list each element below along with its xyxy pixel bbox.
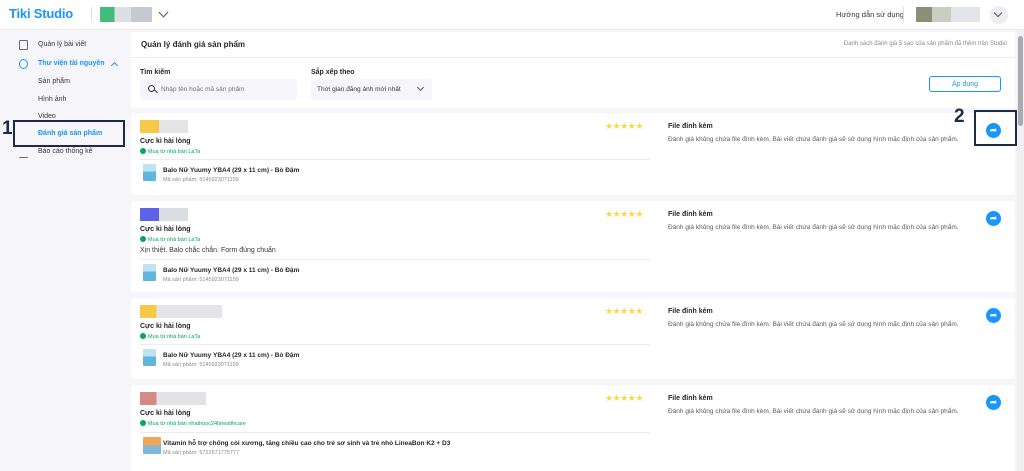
sort-selected-value: Thời gian đăng ảnh mới nhất [317,86,401,93]
divider [140,259,650,260]
review-rating-text: Cực kì hài lòng [140,226,191,233]
share-button[interactable]: ➦ [986,308,1001,323]
top-bar: Tiki Studio Hướng dẫn sử dụng [0,0,1024,30]
sort-select[interactable]: Thời gian đăng ảnh mới nhất [311,79,432,100]
verified-purchase: Mua từ nhà bán LaTa [140,236,200,243]
share-icon: ➦ [989,213,998,223]
product-sku: Mã sản phẩm: 5145923071159 [163,362,239,368]
attachment-title: File đính kèm [668,123,713,130]
search-label: Tìm kiếm [140,69,171,76]
product-name: Vitamin hỗ trợ chống còi xương, tăng chi… [163,440,451,447]
product-name: Balo Nữ Yuumy YBA4 (29 x 11 cm) - Bò Đậm [163,167,300,174]
apply-button[interactable]: Áp dụng [929,76,1001,92]
chevron-up-icon[interactable] [110,61,119,70]
check-circle-icon [140,333,146,339]
verified-purchase: Mua từ nhà bán LaTa [140,333,200,340]
sidebar: Quản lý bài viết Thư viện tài nguyên Sản… [0,30,125,471]
product-sku: Mã sản phẩm: 5145923071159 [163,277,239,283]
sidebar-item-posts[interactable]: Quản lý bài viết [38,41,86,48]
divider [140,432,650,433]
reviewer-avatar [140,120,188,133]
page-title: Quản lý đánh giá sản phẩm [141,40,246,49]
review-rating-text: Cực kì hài lòng [140,138,191,145]
divider [131,57,1015,58]
attachment-text: Đánh giá không chứa file đính kèm. Bài v… [668,408,959,415]
review-card: Cực kì hài lòng Mua từ nhà bán LaTa Xịn … [131,201,1015,292]
scrollbar-thumb[interactable] [1018,36,1023,126]
chevron-down-icon [416,83,425,92]
chevron-down-icon[interactable] [158,7,169,18]
sidebar-item-reports[interactable]: Báo cáo thống kê [38,148,93,155]
star-rating: ★★★★★ [605,306,643,316]
review-card: Cực kì hài lòng Mua từ nhà bán nhathuoc2… [131,385,1015,471]
review-comment: Xịn thiệt. Balo chắc chắn. Form đúng chu… [140,247,276,254]
product-thumbnail [143,437,161,454]
reviewer-avatar [140,208,188,221]
verified-purchase-text: Mua từ nhà bán LaTa [148,334,201,340]
chevron-down-icon [993,8,1003,18]
document-icon [19,40,28,50]
share-button[interactable]: ➦ [986,211,1001,226]
annotation-highlight-box [13,120,125,147]
divider [140,159,650,160]
check-circle-icon [140,148,146,154]
sidebar-item-video[interactable]: Video [38,113,56,120]
user-avatar[interactable] [916,7,980,22]
sort-label: Sắp xếp theo [311,69,355,76]
star-rating: ★★★★★ [605,393,643,403]
verified-purchase-text: Mua từ nhà bán nhathuoc24hhealthcare [148,421,246,427]
page-subtitle: Danh sách đánh giá 5 sao của sản phẩm đã… [843,41,1007,47]
divider [91,7,92,22]
sidebar-group-library[interactable]: Thư viện tài nguyên [38,60,105,67]
star-rating: ★★★★★ [605,121,643,131]
account-menu-button[interactable] [990,6,1008,24]
attachment-title: File đính kèm [668,308,713,315]
attachment-title: File đính kèm [668,395,713,402]
search-icon [148,85,155,92]
annotation-highlight-box [974,110,1017,146]
attachment-text: Đánh giá không chứa file đính kèm. Bài v… [668,136,959,143]
divider [903,7,904,22]
divider [140,344,650,345]
sidebar-item-images[interactable]: Hình ảnh [38,96,66,103]
search-field[interactable] [140,79,297,100]
review-rating-text: Cực kì hài lòng [140,323,191,330]
share-button[interactable]: ➦ [986,395,1001,410]
sidebar-item-products[interactable]: Sản phẩm [38,78,70,85]
review-rating-text: Cực kì hài lòng [140,410,191,417]
app-logo[interactable]: Tiki Studio [9,6,73,21]
chart-icon [19,148,28,158]
share-icon: ➦ [989,397,998,407]
main-content: Quản lý đánh giá sản phẩm Danh sách đánh… [131,30,1017,471]
star-rating: ★★★★★ [605,209,643,219]
filter-card: Quản lý đánh giá sản phẩm Danh sách đánh… [131,32,1015,108]
product-sku: Mã sản phẩm: 5722671775777 [163,450,240,456]
annotation-step-number: 2 [954,106,965,127]
shop-avatar[interactable] [100,7,152,22]
attachment-text: Đánh giá không chứa file đính kèm. Bài v… [668,321,959,328]
product-name: Balo Nữ Yuumy YBA4 (29 x 11 cm) - Bò Đậm [163,352,300,359]
verified-purchase-text: Mua từ nhà bán LaTa [148,237,201,243]
check-circle-icon [140,236,146,242]
reviewer-avatar [140,305,222,318]
product-thumbnail [143,349,156,366]
review-card: Cực kì hài lòng Mua từ nhà bán LaTa Balo… [131,298,1015,379]
review-card: Cực kì hài lòng Mua từ nhà bán LaTa Balo… [131,113,1015,195]
reviewer-avatar [140,392,206,405]
library-icon [19,59,28,69]
attachment-text: Đánh giá không chứa file đính kèm. Bài v… [668,224,959,231]
attachment-title: File đính kèm [668,211,713,218]
product-thumbnail [143,164,156,181]
verified-purchase: Mua từ nhà bán LaTa [140,148,200,155]
product-name: Balo Nữ Yuumy YBA4 (29 x 11 cm) - Bò Đậm [163,267,300,274]
verified-purchase-text: Mua từ nhà bán LaTa [148,149,201,155]
check-circle-icon [140,420,146,426]
annotation-step-number: 1 [2,118,13,139]
product-sku: Mã sản phẩm: 5145923071159 [163,177,239,183]
share-icon: ➦ [989,310,998,320]
verified-purchase: Mua từ nhà bán nhathuoc24hhealthcare [140,420,246,427]
search-input[interactable] [161,83,291,96]
user-guide-link[interactable]: Hướng dẫn sử dụng [836,10,904,19]
product-thumbnail [143,264,156,281]
